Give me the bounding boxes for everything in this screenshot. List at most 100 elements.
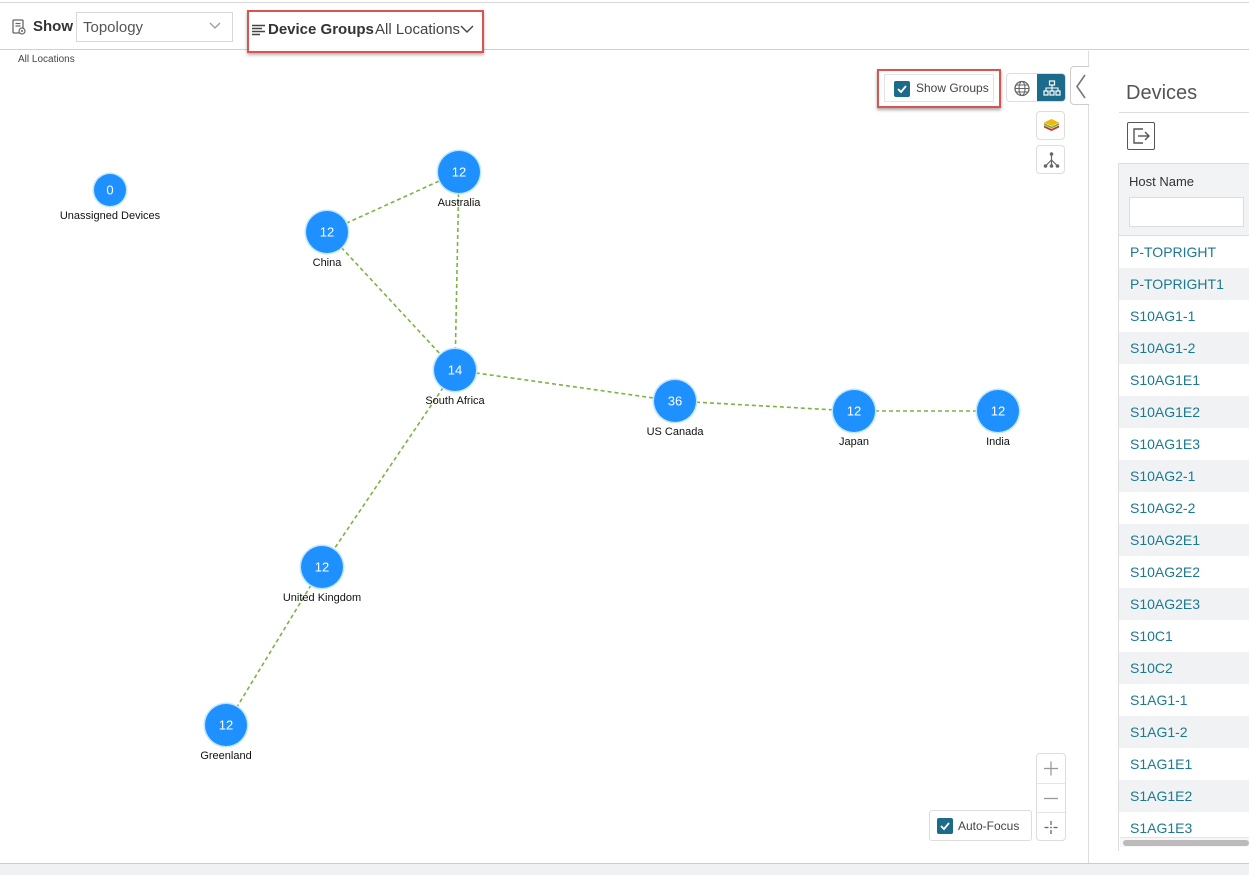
link-us-canada-japan[interactable]: [674, 400, 855, 412]
layers-button[interactable]: [1036, 111, 1065, 140]
group-node-india[interactable]: 12 India: [975, 388, 1021, 449]
device-host-name-link[interactable]: S10AG2-1: [1130, 468, 1195, 484]
device-row[interactable]: S10C1: [1119, 620, 1249, 652]
node-device-count: 36: [668, 394, 682, 409]
check-icon: [940, 822, 950, 831]
node-device-count: 12: [320, 225, 334, 240]
show-label: Show: [33, 18, 73, 35]
device-host-name-link[interactable]: S10AG1E3: [1130, 436, 1200, 452]
device-host-name-link[interactable]: S10AG2-2: [1130, 500, 1195, 516]
export-icon: [1133, 128, 1150, 144]
device-row[interactable]: S10AG1E2: [1119, 396, 1249, 428]
show-groups-highlight: Show Groups: [877, 69, 1001, 108]
group-node-china[interactable]: 12 China: [304, 209, 350, 270]
show-select[interactable]: Topology: [76, 12, 233, 42]
group-node-japan[interactable]: 12 Japan: [831, 388, 877, 449]
layers-icon: [1044, 119, 1059, 131]
devices-panel-title: Devices: [1126, 82, 1198, 104]
device-row[interactable]: S10AG2E2: [1119, 556, 1249, 588]
topology-canvas[interactable]: 0 Unassigned Devices 12 Australia 12 China 14 S…: [0, 51, 1088, 863]
device-host-name-link[interactable]: S10AG2E2: [1130, 564, 1200, 580]
device-row[interactable]: S10AG1E3: [1119, 428, 1249, 460]
device-row[interactable]: S10AG2-2: [1119, 492, 1249, 524]
zoom-controls: [1036, 753, 1066, 841]
node-label: Australia: [438, 197, 482, 209]
panel-title-divider: [1119, 112, 1249, 113]
list-icon: [252, 24, 265, 36]
group-node-united-kingdom[interactable]: 12 United Kingdom: [283, 544, 361, 605]
device-row[interactable]: S10AG1-2: [1119, 332, 1249, 364]
show-select-value: Topology: [83, 19, 144, 36]
device-host-name-link[interactable]: S1AG1-1: [1130, 692, 1188, 708]
status-bar: [0, 863, 1249, 875]
device-host-name-link[interactable]: S10AG1E2: [1130, 404, 1200, 420]
auto-focus-checkbox[interactable]: [937, 818, 953, 834]
node-label: India: [986, 436, 1011, 448]
minus-icon: [1044, 797, 1058, 800]
device-host-name-link[interactable]: S10AG1E1: [1130, 372, 1200, 388]
link-china-south-africa[interactable]: [326, 231, 456, 371]
auto-focus-toggle[interactable]: Auto-Focus: [929, 810, 1032, 841]
node-label: Unassigned Devices: [60, 210, 161, 222]
device-host-name-link[interactable]: S10AG2E1: [1130, 532, 1200, 548]
group-node-unassigned[interactable]: 0 Unassigned Devices: [60, 172, 161, 223]
scrollbar-thumb[interactable]: [1123, 840, 1249, 846]
device-row[interactable]: S10AG2E3: [1119, 588, 1249, 620]
device-host-name-link[interactable]: P-TOPRIGHT1: [1130, 276, 1224, 292]
device-host-name-link[interactable]: S10AG2E3: [1130, 596, 1200, 612]
device-host-name-link[interactable]: S10AG1-1: [1130, 308, 1195, 324]
chevron-down-icon: [209, 22, 221, 29]
node-label: Japan: [839, 436, 869, 448]
device-groups-selector[interactable]: Device Groups All Locations: [247, 10, 484, 53]
device-row[interactable]: S1AG1E2: [1119, 780, 1249, 812]
device-row[interactable]: S10AG1-1: [1119, 300, 1249, 332]
host-name-column-header: Host Name: [1119, 163, 1249, 236]
device-row[interactable]: P-TOPRIGHT: [1119, 236, 1249, 268]
device-row[interactable]: S1AG1-1: [1119, 684, 1249, 716]
host-name-filter-input[interactable]: [1129, 197, 1244, 227]
node-label: China: [313, 257, 343, 269]
device-host-name-link[interactable]: S10C1: [1130, 628, 1173, 644]
device-host-name-link[interactable]: S1AG1-2: [1130, 724, 1188, 740]
link-south-africa-us-canada[interactable]: [454, 369, 676, 402]
device-row[interactable]: S10AG1E1: [1119, 364, 1249, 396]
device-row[interactable]: S1AG1-2: [1119, 716, 1249, 748]
device-host-name-link[interactable]: S10AG1-2: [1130, 340, 1195, 356]
device-row[interactable]: P-TOPRIGHT1: [1119, 268, 1249, 300]
group-node-south-africa[interactable]: 14 South Africa: [425, 347, 486, 408]
globe-icon: [1014, 80, 1030, 97]
auto-focus-label: Auto-Focus: [958, 819, 1020, 833]
device-host-name-link[interactable]: S1AG1E2: [1130, 788, 1192, 804]
show-groups-label: Show Groups: [916, 81, 989, 95]
group-node-us-canada[interactable]: 36 US Canada: [647, 378, 705, 439]
device-host-name-link[interactable]: P-TOPRIGHT: [1130, 244, 1216, 260]
device-row[interactable]: S1AG1E1: [1119, 748, 1249, 780]
node-device-count: 12: [847, 404, 861, 419]
horizontal-scrollbar[interactable]: [1120, 837, 1249, 847]
layout-button[interactable]: [1036, 145, 1065, 174]
show-groups-checkbox[interactable]: [894, 81, 910, 97]
link-united-kingdom-greenland[interactable]: [225, 566, 323, 726]
device-host-name-link[interactable]: S1AG1E3: [1130, 820, 1192, 836]
zoom-out-button[interactable]: [1037, 783, 1065, 812]
device-row[interactable]: S10AG2E1: [1119, 524, 1249, 556]
device-host-name-link[interactable]: S1AG1E1: [1130, 756, 1192, 772]
show-groups-toggle[interactable]: Show Groups: [884, 74, 994, 102]
device-row[interactable]: S10AG2-1: [1119, 460, 1249, 492]
group-node-greenland[interactable]: 12 Greenland: [200, 702, 252, 763]
device-row[interactable]: S10C2: [1119, 652, 1249, 684]
export-button[interactable]: [1127, 122, 1155, 150]
fit-to-screen-icon: [1044, 821, 1058, 834]
node-label: United Kingdom: [283, 592, 361, 604]
node-device-count: 12: [452, 165, 466, 180]
host-name-header-label: Host Name: [1129, 174, 1195, 189]
device-groups-value: All Locations: [375, 21, 461, 38]
topology-view-button[interactable]: [1037, 74, 1065, 101]
group-node-australia[interactable]: 12 Australia: [436, 149, 482, 210]
fit-view-button[interactable]: [1037, 812, 1065, 841]
node-device-count: 12: [991, 404, 1005, 419]
zoom-in-button[interactable]: [1037, 754, 1065, 783]
topology-graph[interactable]: 0 Unassigned Devices 12 Australia 12 China 14 S…: [0, 51, 1088, 863]
map-view-button[interactable]: [1007, 74, 1037, 101]
device-host-name-link[interactable]: S10C2: [1130, 660, 1173, 676]
